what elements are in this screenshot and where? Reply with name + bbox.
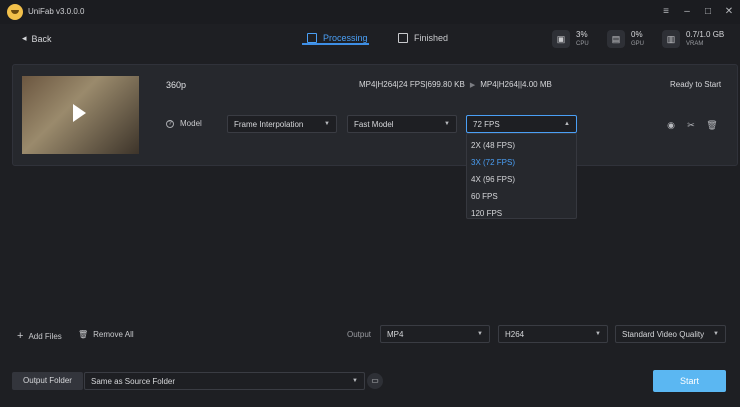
fps-select-value: 72 FPS xyxy=(473,119,500,129)
tab-processing[interactable]: Processing xyxy=(307,33,368,43)
maximize-button[interactable]: □ xyxy=(700,4,716,20)
cpu-icon: ▣ xyxy=(552,30,570,48)
back-button[interactable]: ◂ Back xyxy=(22,33,52,44)
quality-select-value: Standard Video Quality xyxy=(622,329,705,339)
add-files-button[interactable]: + Add Files xyxy=(17,330,62,342)
source-info: MP4|H264|24 FPS|699.80 KB xyxy=(359,80,465,89)
delete-icon[interactable]: 🗑 xyxy=(705,118,719,132)
menu-icon[interactable]: ≡ xyxy=(658,4,674,20)
title-bar xyxy=(0,0,740,24)
caret-down-icon: ▼ xyxy=(713,331,719,337)
model-label: ? Model xyxy=(166,119,202,128)
arrow-right-icon: ▶ xyxy=(469,81,476,89)
tab-finished[interactable]: Finished xyxy=(398,33,448,43)
vram-value: 0.7/1.0 GB xyxy=(686,30,725,39)
cpu-value: 3% xyxy=(576,30,588,39)
plus-icon: + xyxy=(17,330,24,342)
caret-down-icon: ▼ xyxy=(324,121,330,127)
fps-dropdown: 2X (48 FPS) 3X (72 FPS) 4X (96 FPS) 60 F… xyxy=(466,133,577,219)
quality-select[interactable]: Standard Video Quality ▼ xyxy=(615,325,726,343)
gpu-label: GPU xyxy=(631,41,645,47)
help-icon[interactable]: ? xyxy=(166,119,174,128)
conversion-info: MP4|H264|24 FPS|699.80 KB ▶ MP4|H264||4.… xyxy=(359,80,552,89)
caret-down-icon: ▼ xyxy=(444,121,450,127)
model-select-value: Fast Model xyxy=(354,119,394,129)
caret-down-icon: ▼ xyxy=(595,331,601,337)
play-icon[interactable] xyxy=(73,104,86,122)
mode-select-value: Frame Interpolation xyxy=(234,119,304,129)
open-folder-icon[interactable]: ▭ xyxy=(367,373,383,389)
fps-option[interactable]: 2X (48 FPS) xyxy=(467,137,576,154)
cut-icon[interactable]: ✂ xyxy=(684,118,698,132)
fps-option[interactable]: 120 FPS xyxy=(467,205,576,222)
codec-select[interactable]: H264 ▼ xyxy=(498,325,608,343)
vram-stat: ▥ 0.7/1.0 GB VRAM xyxy=(662,30,724,48)
codec-select-value: H264 xyxy=(505,329,525,339)
fps-select[interactable]: 72 FPS ▲ xyxy=(466,115,577,133)
back-label: Back xyxy=(31,33,52,44)
finished-icon xyxy=(398,33,408,43)
format-select-value: MP4 xyxy=(387,329,404,339)
mode-select[interactable]: Frame Interpolation ▼ xyxy=(227,115,337,133)
target-info: MP4|H264||4.00 MB xyxy=(480,80,552,89)
vram-label: VRAM xyxy=(686,41,704,47)
fps-option[interactable]: 60 FPS xyxy=(467,188,576,205)
cpu-stat: ▣ 3% CPU xyxy=(552,30,589,48)
gpu-stat: ▤ 0% GPU xyxy=(607,30,644,48)
preview-eye-icon[interactable]: ◉ xyxy=(664,118,678,132)
remove-all-button[interactable]: 🗑 Remove All xyxy=(78,330,134,339)
vram-icon: ▥ xyxy=(662,30,680,48)
active-tab-indicator xyxy=(302,43,369,45)
cpu-label: CPU xyxy=(576,41,589,47)
close-button[interactable]: ✕ xyxy=(721,4,737,20)
tab-processing-label: Processing xyxy=(323,33,368,43)
output-label: Output xyxy=(347,330,372,339)
tab-finished-label: Finished xyxy=(414,33,449,43)
output-folder-button[interactable]: Output Folder xyxy=(12,372,83,390)
caret-down-icon: ▼ xyxy=(477,331,483,337)
add-files-label: Add Files xyxy=(28,331,62,341)
model-label-text: Model xyxy=(180,119,202,128)
gpu-value: 0% xyxy=(631,30,643,39)
minimize-button[interactable]: – xyxy=(679,4,695,20)
start-button[interactable]: Start xyxy=(653,370,726,392)
chevron-left-icon: ◂ xyxy=(22,33,27,43)
trash-icon: 🗑 xyxy=(78,330,89,339)
resolution-label: 360p xyxy=(166,80,187,90)
processing-icon xyxy=(307,33,317,43)
model-select[interactable]: Fast Model ▼ xyxy=(347,115,457,133)
gpu-icon: ▤ xyxy=(607,30,625,48)
unifab-logo-icon xyxy=(7,4,23,20)
fps-option[interactable]: 4X (96 FPS) xyxy=(467,171,576,188)
format-select[interactable]: MP4 ▼ xyxy=(380,325,490,343)
app-title: UniFab v3.0.0.0 xyxy=(28,7,85,16)
fps-option[interactable]: 3X (72 FPS) xyxy=(467,154,576,171)
output-folder-select[interactable]: Same as Source Folder ▼ xyxy=(84,372,365,390)
output-folder-value: Same as Source Folder xyxy=(91,376,176,386)
caret-up-icon: ▲ xyxy=(564,121,570,127)
remove-all-label: Remove All xyxy=(93,330,134,339)
task-status: Ready to Start xyxy=(670,80,722,89)
caret-down-icon: ▼ xyxy=(352,378,358,384)
